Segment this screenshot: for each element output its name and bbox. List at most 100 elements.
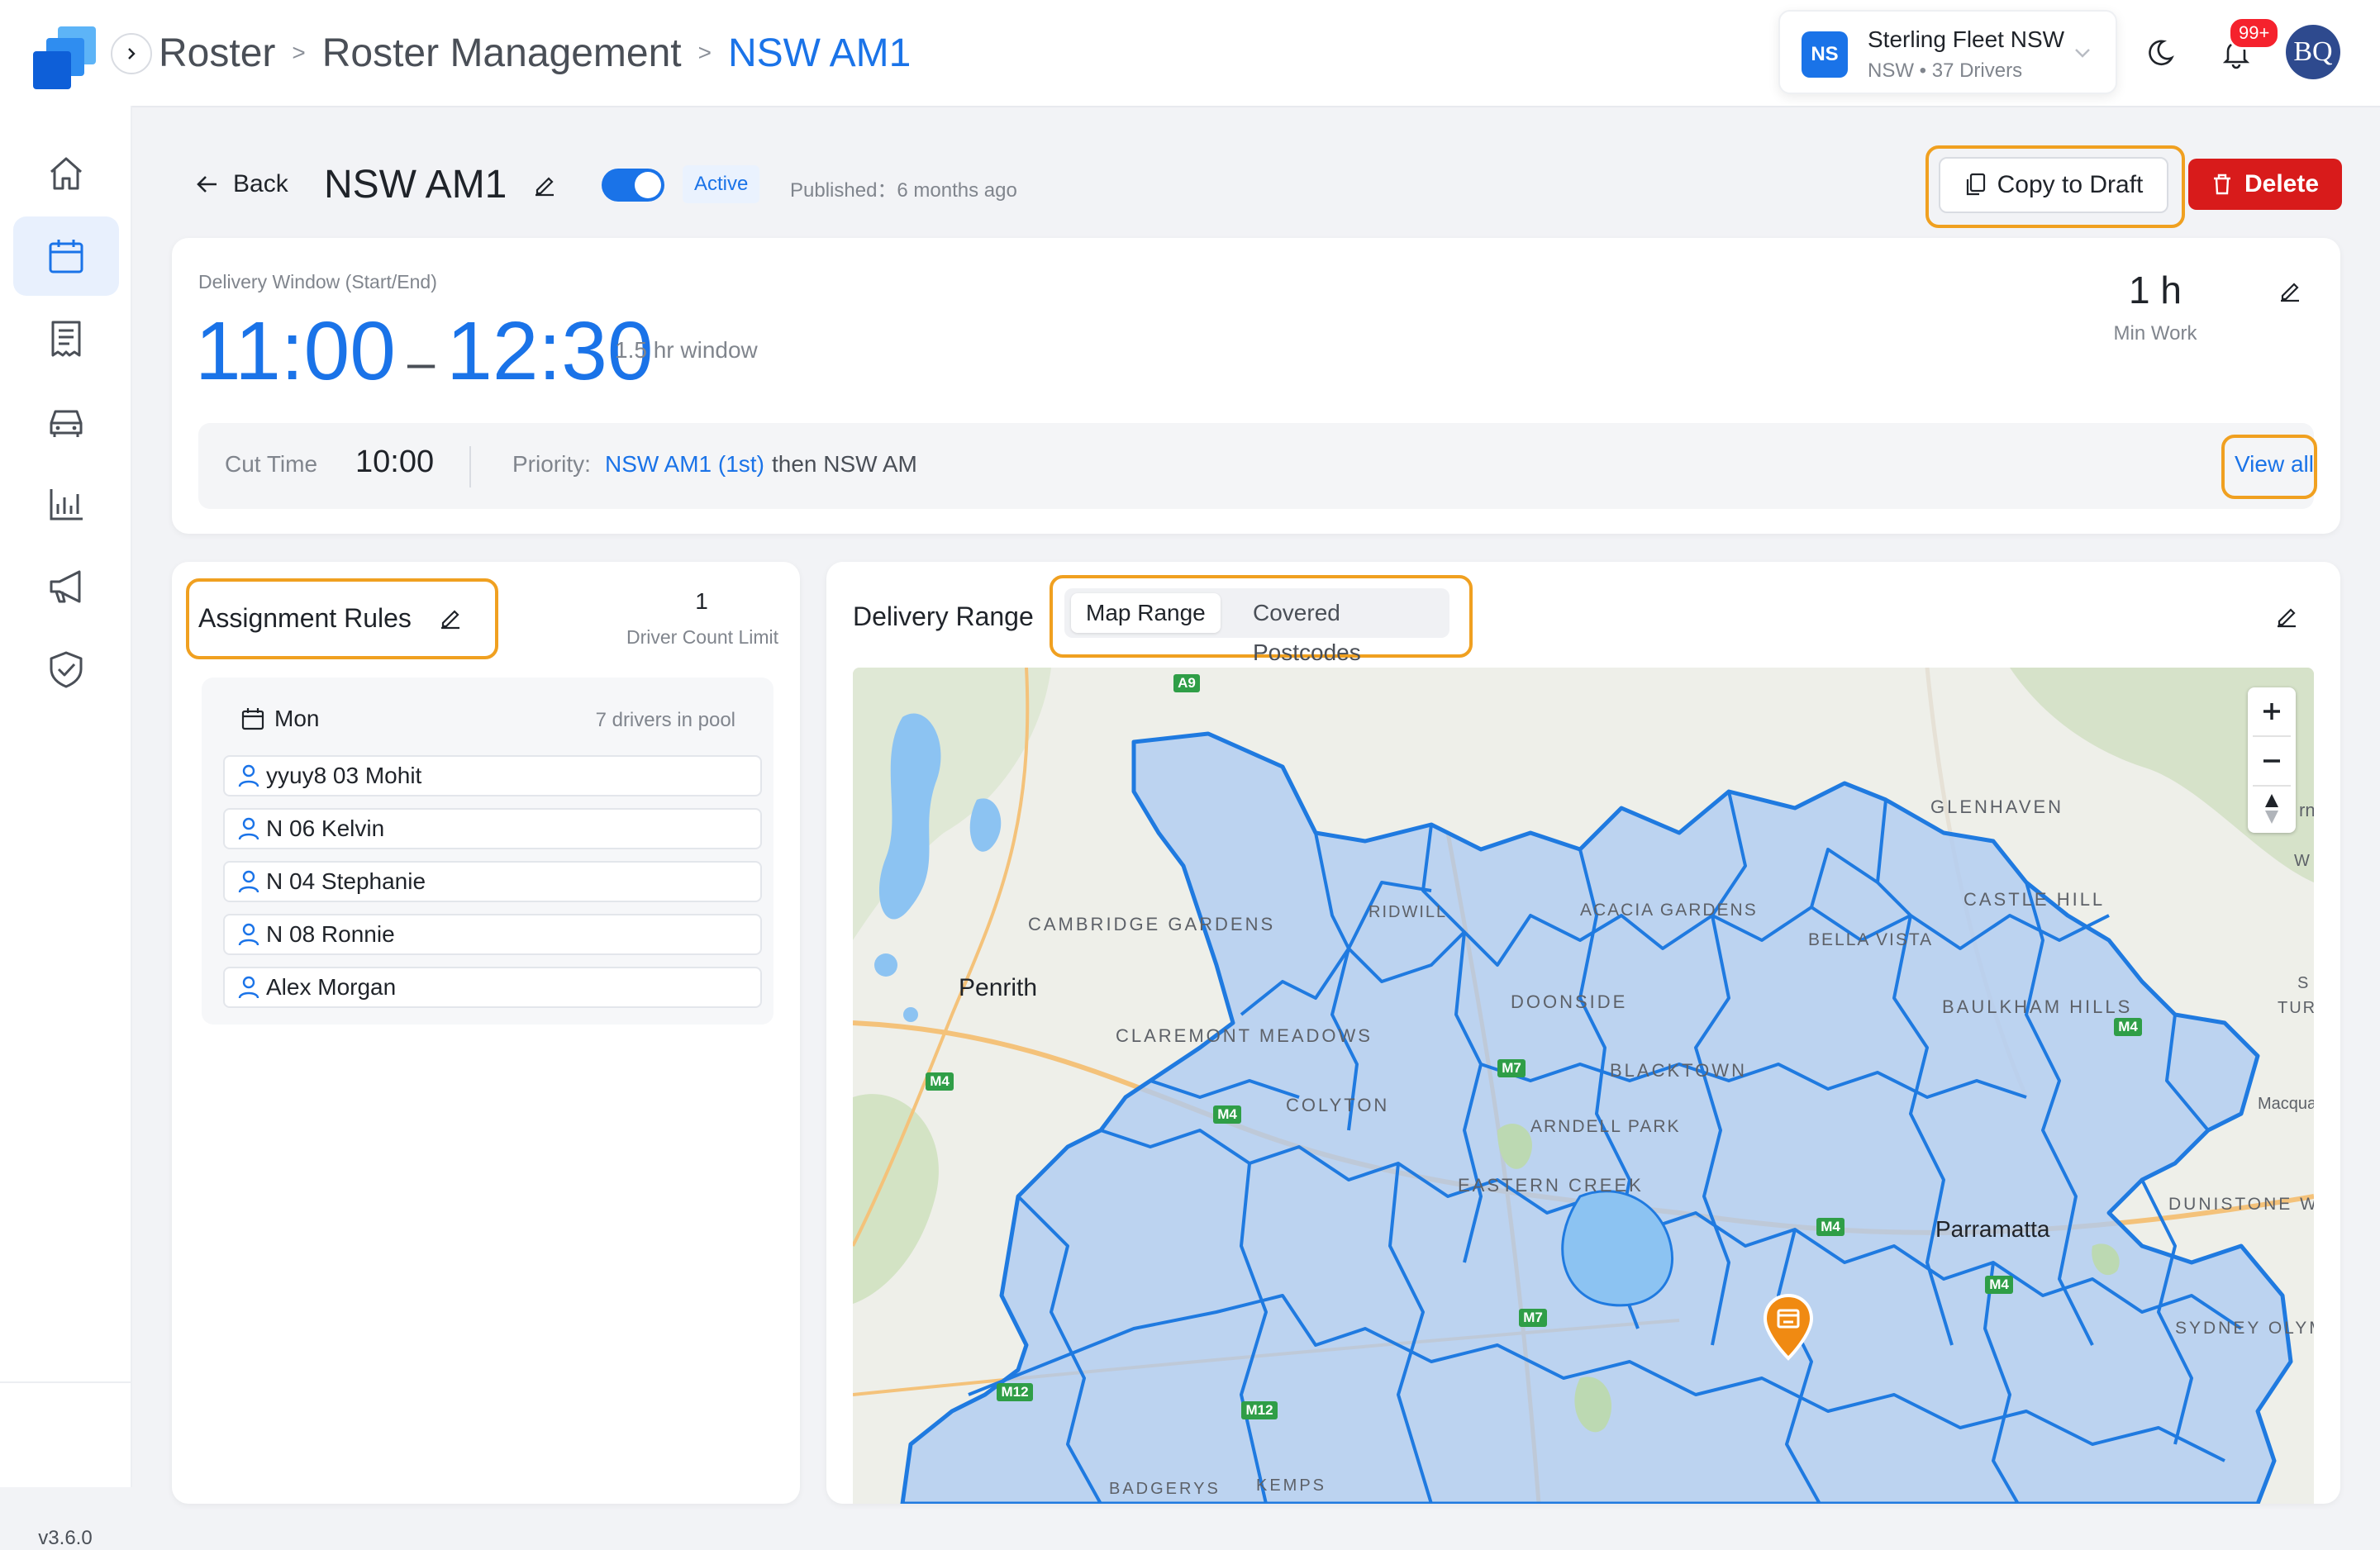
app-logo[interactable] — [30, 21, 102, 93]
map-label-macqua: Macqua — [2258, 1095, 2314, 1113]
map-label-ridwill: RIDWILL — [1368, 903, 1447, 921]
compass-icon — [2265, 794, 2278, 824]
driver-chip[interactable]: N 06 Kelvin — [223, 808, 762, 849]
min-work-value: 1 h — [2129, 269, 2182, 311]
breadcrumb-current: NSW AM1 — [727, 31, 912, 75]
driver-name: Alex Morgan — [266, 974, 397, 1000]
tab-covered-postcodes[interactable]: Covered Postcodes — [1238, 593, 1449, 665]
delivery-window-label: Delivery Window (Start/End) — [198, 271, 437, 292]
copy-icon — [1966, 173, 1985, 196]
road-shield-label: M4 — [1989, 1277, 2009, 1292]
delivery-range-card: Delivery Range Map Range Covered Postcod… — [826, 562, 2340, 1504]
sidebar-item-orders[interactable] — [13, 299, 119, 378]
cut-time-label: Cut Time — [225, 451, 318, 477]
driver-chip[interactable]: yyuy8 03 Mohit — [223, 755, 762, 796]
active-toggle[interactable] — [602, 169, 664, 202]
page-title: NSW AM1 — [324, 163, 507, 207]
moon-icon[interactable] — [2144, 36, 2177, 69]
window-start: 11:00 — [195, 305, 396, 397]
zoom-out-button[interactable] — [2248, 737, 2296, 785]
breadcrumb-separator: > — [292, 40, 306, 65]
edit-rules-icon[interactable] — [438, 605, 463, 630]
road-shield-label: M4 — [930, 1073, 950, 1089]
assignment-rules-card: Assignment Rules 1 Driver Count Limit Mo… — [172, 562, 800, 1504]
edit-title-icon[interactable] — [532, 172, 557, 197]
priority-then: then NSW AM — [772, 451, 917, 477]
window-separator: – — [407, 335, 436, 390]
trash-icon — [2213, 174, 2230, 195]
car-icon — [50, 410, 83, 437]
road-shield-label: A9 — [1178, 675, 1196, 691]
driver-chip[interactable]: N 04 Stephanie — [223, 861, 762, 902]
view-all-link[interactable]: View all — [2235, 451, 2314, 478]
plus-icon — [2263, 703, 2280, 720]
compass-button[interactable] — [2248, 785, 2296, 833]
driver-name: N 08 Ronnie — [266, 921, 395, 947]
road-shield-label: M4 — [2118, 1019, 2138, 1034]
map-canvas: A9 M4 M4 M7 M7 M4 M12 M12 M4 M4 Penrith … — [853, 668, 2314, 1504]
breadcrumb-roster-management[interactable]: Roster Management — [322, 31, 682, 76]
avatar[interactable]: BQ — [2286, 25, 2340, 79]
breadcrumb-roster[interactable]: Roster — [159, 31, 275, 76]
calendar-icon — [49, 240, 83, 273]
back-button[interactable]: Back — [195, 170, 288, 198]
edit-range-icon[interactable] — [2274, 603, 2299, 628]
delete-button[interactable]: Delete — [2188, 159, 2342, 210]
driver-chip[interactable]: N 08 Ronnie — [223, 914, 762, 955]
map-label-acacia-gardens: ACACIA GARDENS — [1580, 901, 1758, 920]
chevron-right-icon — [128, 48, 136, 59]
day-block-mon: Mon 7 drivers in pool yyuy8 03 Mohit N 0… — [202, 678, 774, 1025]
copy-to-draft-button[interactable]: Copy to Draft — [1939, 157, 2168, 213]
sidebar-collapse-button[interactable] — [111, 33, 152, 74]
day-header: Mon — [240, 706, 319, 732]
delete-label: Delete — [2244, 170, 2320, 197]
fleet-selector[interactable]: NS Sterling Fleet NSW NSW • 37 Drivers — [1778, 10, 2117, 94]
map-label-parramatta: Parramatta — [1935, 1216, 2050, 1242]
sidebar: v3.6.0 — [0, 106, 132, 1549]
map-label-rn: rn — [2299, 800, 2314, 820]
sidebar-item-security[interactable] — [13, 630, 119, 709]
map-label-eastern-creek: EASTERN CREEK — [1458, 1175, 1644, 1196]
sidebar-item-reports[interactable] — [13, 464, 119, 544]
back-label: Back — [233, 170, 288, 197]
road-shield-label: M12 — [1245, 1402, 1273, 1418]
breadcrumb: Roster > Roster Management > NSW AM1 — [159, 28, 911, 78]
driver-chip[interactable]: Alex Morgan — [223, 967, 762, 1008]
map-zoom-controls — [2248, 687, 2296, 833]
sidebar-item-calendar[interactable] — [13, 216, 119, 296]
sidebar-item-campaigns[interactable] — [13, 547, 119, 626]
road-shield-label: M7 — [1502, 1060, 1521, 1076]
driver-count-limit-value: 1 — [695, 588, 708, 614]
fleet-badge: NS — [1802, 31, 1848, 78]
shield-check-icon — [50, 651, 83, 688]
user-icon — [238, 764, 259, 787]
priority-label: Priority: — [512, 451, 591, 477]
user-icon — [238, 870, 259, 893]
map-label-w: W — [2294, 852, 2310, 870]
tab-map-range[interactable]: Map Range — [1071, 593, 1221, 633]
chart-icon — [50, 489, 83, 521]
road-shield-label: M12 — [1001, 1384, 1028, 1400]
minus-icon — [2263, 759, 2280, 763]
delivery-window-card: Delivery Window (Start/End) 11:00 – 12:3… — [172, 238, 2340, 534]
priority-primary-link[interactable]: NSW AM1 (1st) — [605, 451, 764, 478]
road-shield-label: M4 — [1217, 1106, 1237, 1122]
day-label: Mon — [274, 706, 320, 731]
depot-pin-icon[interactable] — [1762, 1292, 1815, 1362]
driver-name: N 06 Kelvin — [266, 815, 385, 841]
zoom-in-button[interactable] — [2248, 687, 2296, 735]
map-label-cambridge-gardens: CAMBRIDGE GARDENS — [1028, 914, 1275, 934]
delivery-map[interactable]: A9 M4 M4 M7 M7 M4 M12 M12 M4 M4 Penrith … — [853, 668, 2314, 1504]
cut-time-value: 10:00 — [355, 445, 435, 479]
cut-time-priority-bar: Cut Time 10:00 Priority: NSW AM1 (1st) t… — [198, 423, 2317, 509]
map-label-bella-vista: BELLA VISTA — [1808, 930, 1933, 949]
edit-window-icon[interactable] — [2278, 278, 2302, 302]
sidebar-item-home[interactable] — [13, 134, 119, 213]
fleet-name: Sterling Fleet NSW — [1868, 26, 2065, 52]
road-shield-label: M7 — [1523, 1310, 1543, 1325]
receipt-icon — [51, 321, 81, 357]
sidebar-item-vehicles[interactable] — [13, 382, 119, 461]
top-bar: Roster > Roster Management > NSW AM1 NS … — [0, 0, 2380, 107]
toggle-knob — [635, 172, 661, 198]
home-icon — [50, 157, 82, 190]
